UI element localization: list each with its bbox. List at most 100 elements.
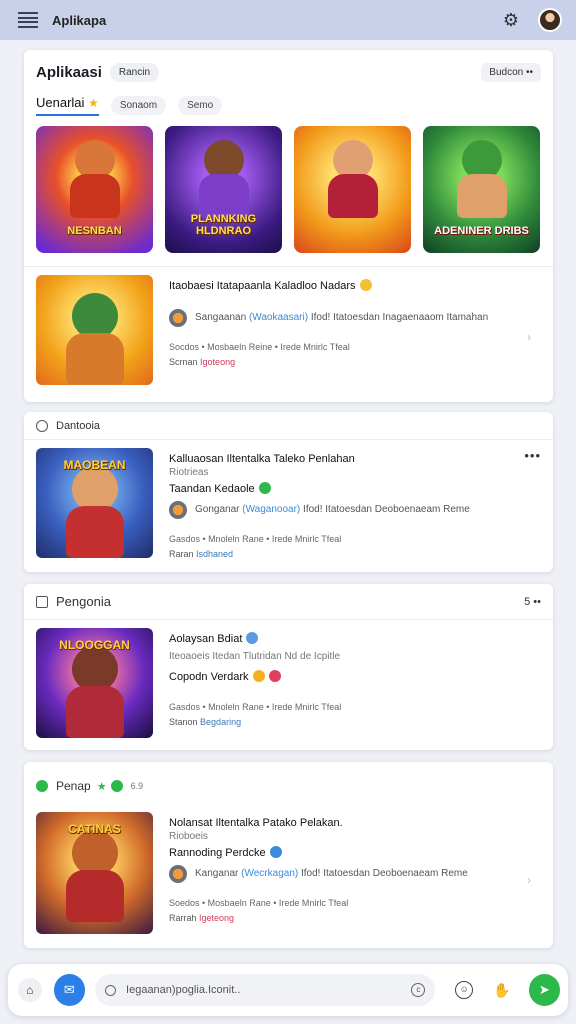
character-art xyxy=(327,174,378,218)
star-icon: ★ xyxy=(88,95,99,110)
section-header: Dantooia xyxy=(24,412,553,440)
feed-meta: Kanganar (Wecrkagan) Ifod! Itatoesdan De… xyxy=(169,865,541,883)
feed-title: Nolansat Iltentalka Patako Pelakan. xyxy=(169,817,343,829)
tab-2[interactable]: Sonaom xyxy=(110,95,167,115)
feed-thumbnail: NLOOGGAN xyxy=(36,628,153,738)
star-emoji-icon xyxy=(252,670,265,682)
section-card-penap: Penap ★ 6.9 CATINAS Nolansat Iltentalka … xyxy=(24,762,553,948)
feed-stats: Socdos • Mosbaeln Reine • Irede Mnirlc T… xyxy=(169,342,350,352)
character-art xyxy=(65,506,124,558)
settings-gear-icon[interactable]: ⚙ xyxy=(500,9,522,31)
tag-label[interactable]: Igoteong xyxy=(200,357,235,367)
feed-highlight-text: Rannoding Perdcke xyxy=(169,847,266,859)
check-emoji-icon xyxy=(258,482,271,494)
tag-prefix: Scrnan xyxy=(169,357,198,367)
thumbnail-caption: CATINAS xyxy=(68,822,121,836)
tag-prefix: Raran xyxy=(169,549,194,559)
tag-label[interactable]: Igeteong xyxy=(199,913,234,923)
tab-3[interactable]: Semo xyxy=(178,95,223,115)
tag-label[interactable]: Isdhaned xyxy=(196,549,233,559)
thumbnail-caption: ADENINER DRIBS xyxy=(434,224,529,237)
feed-item[interactable]: CATINAS Nolansat Iltentalka Patako Pelak… xyxy=(24,810,553,942)
catalog-tabs: Uenarlai ★ Sonaom Semo xyxy=(24,86,553,116)
attach-pin-icon[interactable]: ✋ xyxy=(493,982,510,999)
section-header: Penap ★ 6.9 xyxy=(24,762,553,810)
meta-link[interactable]: (Waganooar) xyxy=(242,504,300,516)
feed-tag: Rarrah Igeteong xyxy=(169,913,541,923)
game-thumbnails: NESNBAN PLANNKING HLDNRAO ADENINER DRIBS xyxy=(24,116,553,266)
search-icon xyxy=(105,984,117,996)
game-thumbnail-2[interactable]: PLANNKING HLDNRAO xyxy=(165,126,282,253)
game-mini-icon xyxy=(169,501,187,519)
chat-button[interactable]: ✉ xyxy=(53,974,86,1006)
feed-subtitle: Iteoaoeis Itedan Tlutridan Nd de Icpitle xyxy=(169,651,341,662)
thumbnail-caption: MAOBEAN xyxy=(63,458,126,472)
smile-emoji-icon xyxy=(359,279,372,291)
tag-prefix: Rarrah xyxy=(169,913,197,923)
feed-title-text: Itaobaesi Itatapaanla Kaladloo Nadars xyxy=(169,280,356,292)
clear-icon[interactable]: c xyxy=(411,983,426,997)
section-title: Pengonia xyxy=(56,594,111,609)
clock-icon xyxy=(36,419,48,432)
meta-right: Ifod! Itatoesdan Inagaenaaom Itamahan xyxy=(310,312,489,323)
feed-thumbnail xyxy=(36,275,153,385)
emoji-picker-icon[interactable]: ☺ xyxy=(455,981,474,999)
send-button[interactable]: ➤ xyxy=(528,974,560,1006)
thumbnail-caption: NESNBAN xyxy=(67,224,122,237)
status-icon xyxy=(36,780,48,792)
tab-active[interactable]: Uenarlai ★ xyxy=(36,95,99,116)
meta-text: Sangaanan xyxy=(195,312,247,323)
badge-icon xyxy=(110,780,123,792)
tab-active-label: Uenarlai xyxy=(36,94,85,110)
character-art xyxy=(198,174,249,218)
catalog-filter-pill[interactable]: Rancin xyxy=(109,62,160,82)
feed-stats: Gasdos • Mnoleln Rane • Irede Mnirlc Tfe… xyxy=(169,534,342,544)
sort-button[interactable]: Budcon •• xyxy=(481,62,541,82)
feed-content: Aolaysan Bdiat Iteoaoeis Itedan Tlutrida… xyxy=(153,628,541,738)
home-icon[interactable]: ⌂ xyxy=(18,978,42,1002)
feed-highlight: Copodn Verdark xyxy=(169,669,541,685)
game-mini-icon xyxy=(169,309,187,327)
app-bar: Aplikapa ⚙ xyxy=(0,0,576,40)
feed-stats: Gasdos • Mnoleln Rane • Irede Mnirlc Tfe… xyxy=(169,702,342,712)
section-count: 6.9 xyxy=(130,781,144,791)
feed-subtitle: Riotrieas xyxy=(169,467,209,478)
game-thumbnail-4[interactable]: ADENINER DRIBS xyxy=(423,126,540,253)
meta-link[interactable]: (Wecrkagan) xyxy=(241,868,298,880)
meta-right: Ifod! Itatoesdan Deoboenaeam Reme xyxy=(303,504,470,515)
section-card-dantooia: Dantooia MAOBEAN Kalluaosan Iltentalka T… xyxy=(24,412,553,572)
feed-thumbnail: MAOBEAN xyxy=(36,448,153,558)
feed-tag: Raran Isdhaned xyxy=(169,549,541,559)
chevron-right-icon[interactable]: › xyxy=(527,330,531,344)
game-thumbnail-1[interactable]: NESNBAN xyxy=(36,126,153,253)
feed-item[interactable]: Itaobaesi Itatapaanla Kaladloo Nadars Sa… xyxy=(24,267,553,393)
feed-highlight: Taandan Kedaole xyxy=(169,481,541,497)
search-input[interactable] xyxy=(126,984,412,996)
search-bar[interactable]: c xyxy=(95,974,436,1006)
feed-meta: Sangaanan (Waokaasari) Ifod! Itatoesdan … xyxy=(169,309,541,327)
tag-prefix: Stanon xyxy=(169,717,198,727)
send-icon: ➤ xyxy=(538,982,550,997)
chat-icon: ✉ xyxy=(63,982,75,997)
user-avatar[interactable] xyxy=(538,8,562,32)
feed-title: Itaobaesi Itatapaanla Kaladloo Nadars xyxy=(169,279,541,293)
feed-content: Nolansat Iltentalka Patako Pelakan. Riob… xyxy=(153,812,541,934)
section-count[interactable]: 5 •• xyxy=(524,596,541,608)
thumbnail-caption: NLOOGGAN xyxy=(59,638,130,652)
thumbnail-caption xyxy=(349,237,357,253)
feed-tag: Scrnan Igoteong xyxy=(169,357,541,367)
document-icon xyxy=(36,595,48,608)
feed-highlight-text: Taandan Kedaole xyxy=(169,483,255,495)
section-title: Penap xyxy=(56,779,91,793)
feed-title: Kalluaosan Iltentalka Taleko Penlahan xyxy=(169,453,355,465)
feed-item[interactable]: MAOBEAN Kalluaosan Iltentalka Taleko Pen… xyxy=(24,440,553,567)
meta-link[interactable]: (Waokaasari) xyxy=(249,312,308,324)
character-art xyxy=(65,333,124,385)
chevron-right-icon[interactable]: › xyxy=(527,873,531,887)
more-options-icon[interactable]: ••• xyxy=(524,448,541,463)
tag-label[interactable]: Begdaring xyxy=(200,717,241,727)
feed-highlight-text: Copodn Verdark xyxy=(169,671,249,683)
game-thumbnail-3[interactable] xyxy=(294,126,411,253)
feed-item[interactable]: NLOOGGAN Aolaysan Bdiat Iteoaoeis Itedan… xyxy=(24,620,553,746)
hamburger-menu-icon[interactable] xyxy=(18,12,38,28)
